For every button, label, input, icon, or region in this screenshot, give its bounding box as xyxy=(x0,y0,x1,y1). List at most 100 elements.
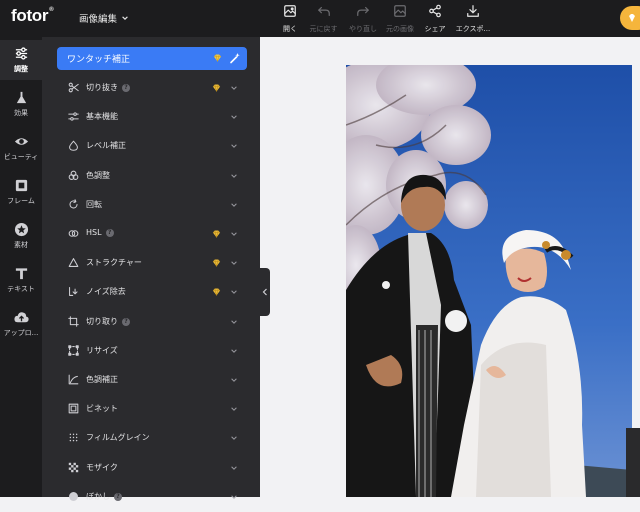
nav-item-2[interactable]: ビューティ xyxy=(0,128,42,168)
nav-item-0[interactable]: 調整 xyxy=(0,40,42,80)
image-icon xyxy=(284,5,296,17)
toolbar-button-4[interactable]: シェア xyxy=(418,4,452,34)
color-circles-icon xyxy=(68,170,79,180)
adjust-item-label: HSL? xyxy=(86,228,114,237)
premium-gem-icon xyxy=(212,230,221,238)
chevron-down-icon xyxy=(231,115,237,120)
wedding-photo-image xyxy=(346,65,632,497)
toolbar-button-label: 元の画像 xyxy=(386,25,414,33)
image-edit-menu-label: 画像編集 xyxy=(79,14,118,25)
chevron-down-icon xyxy=(231,232,237,236)
adjust-item-label: ノイズ除去 xyxy=(86,287,126,297)
adjust-item-label: モザイク xyxy=(86,462,118,472)
adjust-item-6[interactable]: ストラクチャー xyxy=(42,249,260,278)
image-edit-menu[interactable]: 画像編集 xyxy=(79,11,129,25)
original-image-icon xyxy=(394,5,406,17)
adjust-item-8[interactable]: 切り取り? xyxy=(42,308,260,337)
adjust-item-label: ストラクチャー xyxy=(86,258,142,268)
blur-icon xyxy=(69,491,78,501)
adjust-item-7[interactable]: ノイズ除去 xyxy=(42,278,260,307)
left-nav: 調整効果ビューティフレーム 素材テキストアップロ... xyxy=(0,37,42,497)
nav-item-1[interactable]: 効果 xyxy=(0,84,42,124)
vignette-icon xyxy=(68,403,79,414)
rotate-icon xyxy=(69,199,78,209)
premium-gem-icon xyxy=(212,84,221,92)
toolbar-button-5[interactable]: エクスポ... xyxy=(452,4,494,34)
toolbar-button-2[interactable]: やり直し xyxy=(344,4,382,34)
undo-icon xyxy=(317,6,330,16)
adjust-item-1[interactable]: 基本機能 xyxy=(42,103,260,132)
toolbar-button-label: やり直し xyxy=(349,25,377,33)
adjust-item-9[interactable]: リサイズ xyxy=(42,337,260,366)
drop-icon xyxy=(69,141,78,152)
toolbar-button-0[interactable]: 開く xyxy=(277,4,303,34)
adjust-item-10[interactable]: 色調補正 xyxy=(42,366,260,395)
adjust-item-12[interactable]: フィルムグレイン xyxy=(42,424,260,453)
chevron-down-icon xyxy=(231,203,237,207)
adjust-item-label: 色調整 xyxy=(86,170,110,180)
edited-photo[interactable] xyxy=(346,65,632,497)
toolbar-button-1[interactable]: 元に戻す xyxy=(303,4,344,34)
adjust-item-0[interactable]: 切り抜き? xyxy=(42,74,260,103)
magic-wand-icon xyxy=(230,53,240,64)
chevron-down-icon xyxy=(231,378,237,382)
chevron-down-icon xyxy=(231,466,237,470)
adjust-item-4[interactable]: 回転 xyxy=(42,191,260,220)
premium-gem-icon xyxy=(212,259,221,267)
adjust-item-label: リサイズ xyxy=(86,345,118,355)
nav-item-5[interactable]: テキスト xyxy=(0,260,42,300)
canvas-scroll-edge xyxy=(626,428,640,497)
toolbar-button-3[interactable]: 元の画像 xyxy=(382,4,418,34)
premium-gem-icon xyxy=(213,54,222,62)
logo-text: fotor xyxy=(11,6,49,25)
adjust-item-label: 色調補正 xyxy=(86,375,118,384)
cloud-upload-icon xyxy=(13,312,29,323)
flask-icon xyxy=(16,91,26,104)
adjust-item-14[interactable]: ぼかし? xyxy=(42,483,260,512)
hsl-icon xyxy=(68,230,79,237)
one-touch-fix-button[interactable]: ワンタッチ補正 xyxy=(57,47,247,70)
adjust-item-11[interactable]: ビネット xyxy=(42,395,260,424)
help-icon[interactable]: ? xyxy=(122,84,130,92)
adjust-item-2[interactable]: レベル補正 xyxy=(42,132,260,161)
adjust-item-3[interactable]: 色調整 xyxy=(42,162,260,191)
adjust-item-label: ぼかし? xyxy=(86,491,122,502)
fotor-logo[interactable]: fotor® xyxy=(11,6,54,26)
nav-item-label: 調整 xyxy=(14,65,28,73)
scissors-icon xyxy=(68,82,79,93)
one-touch-fix-label: ワンタッチ補正 xyxy=(67,55,131,65)
adjust-item-label: 基本機能 xyxy=(86,112,118,122)
help-icon[interactable]: ? xyxy=(105,229,114,237)
crop-icon xyxy=(68,315,79,327)
nav-item-label: アップロ... xyxy=(3,329,39,337)
adjust-item-5[interactable]: HSL? xyxy=(42,220,260,249)
toolbar-button-label: エクスポ... xyxy=(455,25,491,33)
triangle-icon xyxy=(68,258,79,268)
redo-icon xyxy=(357,6,369,16)
adjust-item-label: フィルムグレイン xyxy=(86,433,150,443)
adjust-item-label: レベル補正 xyxy=(86,141,126,151)
adjust-item-label: 切り取り? xyxy=(86,316,130,327)
chevron-left-icon xyxy=(262,288,267,296)
nav-item-4[interactable]: 素材 xyxy=(0,216,42,256)
eye-icon xyxy=(14,138,28,145)
share-icon xyxy=(429,4,441,18)
adjust-item-13[interactable]: モザイク xyxy=(42,454,260,483)
chevron-down-icon xyxy=(231,320,237,324)
chevron-down-icon xyxy=(231,349,237,353)
premium-button[interactable] xyxy=(620,6,640,30)
resize-icon xyxy=(68,345,79,356)
nav-item-3[interactable]: フレーム xyxy=(0,172,42,212)
help-icon[interactable]: ? xyxy=(122,317,130,326)
nav-item-6[interactable]: アップロ... xyxy=(0,304,42,344)
chevron-down-icon xyxy=(231,86,237,90)
nav-item-label: 効果 xyxy=(14,109,28,117)
panel-collapse-handle[interactable] xyxy=(260,268,270,316)
nav-item-label: ビューティ xyxy=(3,153,39,161)
curve-icon xyxy=(68,374,79,385)
denoise-icon xyxy=(69,287,78,297)
download-icon xyxy=(467,5,479,17)
chevron-down-icon xyxy=(231,144,237,149)
nav-item-label: テキスト xyxy=(7,285,35,293)
chevron-down-icon xyxy=(231,174,237,178)
